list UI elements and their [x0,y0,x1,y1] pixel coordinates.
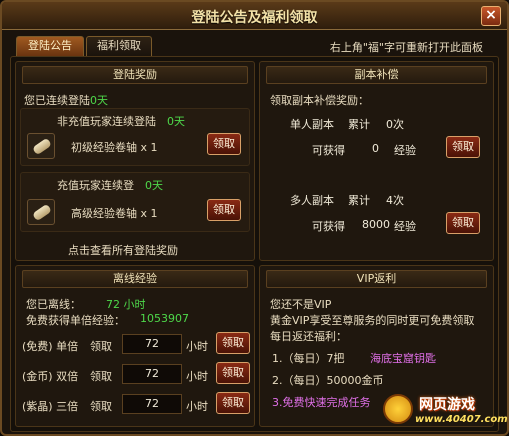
login-rewards-panel: 登陆奖励 您已连续登陆 0天 非充值玩家连续登陆 0天 初级经验卷轴 x 1 领… [15,61,255,261]
single-obtain-value: 0 [372,142,379,155]
vip-status: 您还不是VIP [270,298,332,311]
claim-button-single-dungeon[interactable]: 领取 [446,136,480,158]
offline-row-action: 领取 [90,370,112,383]
claim-button-multi-dungeon[interactable]: 领取 [446,212,480,234]
tab-welfare[interactable]: 福利领取 [86,36,152,56]
vip-benefit-1-highlight: 海底宝窟钥匙 [370,352,436,365]
hours-input-single[interactable]: 72 [122,334,182,354]
mascot-icon [383,394,413,424]
recharge-label: 充值玩家连续登 [57,179,134,192]
consecutive-login-label: 您已连续登陆 [24,94,90,107]
hours-input-double[interactable]: 72 [122,364,182,384]
free-exp-value: 1053907 [140,312,189,325]
multi-obtain-value: 8000 [362,218,390,231]
multi-dungeon-cum-label: 累计 [348,194,370,207]
single-obtain-unit: 经验 [394,144,416,157]
consecutive-login-value: 0天 [90,94,108,107]
dungeon-compensation-header: 副本补偿 [266,66,487,84]
offline-row-type: (金币) 双倍 [22,370,79,383]
dungeon-claim-label: 领取副本补偿奖励： [270,94,369,107]
free-exp-label: 免费获得单倍经验： [26,314,125,327]
hours-input-triple[interactable]: 72 [122,394,182,414]
vip-daily-title: 每日返还福利： [270,330,347,343]
view-all-rewards-link[interactable]: 点击查看所有登陆奖励 [68,242,178,258]
close-button[interactable]: × [481,6,501,26]
reward-item-1: 初级经验卷轴 x 1 [71,141,158,154]
single-dungeon-name: 单人副本 [290,118,334,131]
multi-obtain-label: 可获得 [312,220,345,233]
single-dungeon-count: 0次 [386,118,404,131]
non-recharge-label: 非充值玩家连续登陆 [57,115,156,128]
hours-unit: 小时 [186,370,208,383]
recharge-reward: 充值玩家连续登 0天 高级经验卷轴 x 1 领取 [20,172,250,232]
content-frame: 登陆奖励 您已连续登陆 0天 非充值玩家连续登陆 0天 初级经验卷轴 x 1 领… [10,56,499,432]
vip-benefit-3: 3.免费快速完成任务 [272,396,371,409]
watermark-url: www.40407.com [415,414,508,425]
offline-row-action: 领取 [90,400,112,413]
offline-row-type: (紫晶) 三倍 [22,400,79,413]
tab-login-notice[interactable]: 登陆公告 [16,36,84,56]
hours-unit: 小时 [186,400,208,413]
offline-row-type: (免费) 单倍 [22,340,79,353]
hours-unit: 小时 [186,340,208,353]
claim-button-triple-exp[interactable]: 领取 [216,392,250,414]
non-recharge-reward: 非充值玩家连续登陆 0天 初级经验卷轴 x 1 领取 [20,108,250,166]
watermark-brand: 网页游戏 [419,397,475,413]
vip-benefit-1-prefix: 1.（每日）7把 [272,352,345,365]
claim-button-double-exp[interactable]: 领取 [216,362,250,384]
multi-dungeon-count: 4次 [386,194,404,207]
offline-exp-header: 离线经验 [22,270,248,288]
watermark-logo: 网页游戏 www.40407.com [383,394,508,430]
offline-row-action: 领取 [90,340,112,353]
multi-dungeon-name: 多人副本 [290,194,334,207]
offline-duration-value: 72 小时 [106,298,146,311]
offline-exp-panel: 离线经验 您已离线： 72 小时 免费获得单倍经验： 1053907 (免费) … [15,265,255,427]
non-recharge-value: 0天 [167,115,185,128]
reopen-hint: 右上角"福"字可重新打开此面板 [329,41,483,54]
dungeon-compensation-panel: 副本补偿 领取副本补偿奖励： 单人副本 累计 0次 可获得 0 经验 领取 多人… [259,61,494,261]
claim-button-single-exp[interactable]: 领取 [216,332,250,354]
scroll-icon [27,199,55,225]
claim-button-recharge[interactable]: 领取 [207,199,241,221]
single-dungeon-cum-label: 累计 [348,118,370,131]
reward-item-2: 高级经验卷轴 x 1 [71,207,158,220]
claim-button-non-recharge[interactable]: 领取 [207,133,241,155]
login-rewards-header: 登陆奖励 [22,66,248,84]
vip-benefit-2: 2.（每日）50000金币 [272,374,384,387]
window-title: 登陆公告及福利领取 [191,10,318,26]
single-obtain-label: 可获得 [312,144,345,157]
offline-duration-label: 您已离线： [26,298,81,311]
vip-rebate-header: VIP返利 [266,270,487,288]
vip-description: 黄金VIP享受至尊服务的同时更可免费领取 [270,314,475,327]
recharge-value: 0天 [145,179,163,192]
title-bar: 登陆公告及福利领取 × [2,2,507,30]
scroll-icon [27,133,55,159]
multi-obtain-unit: 经验 [394,220,416,233]
welfare-window: 登陆公告及福利领取 × 登陆公告 福利领取 右上角"福"字可重新打开此面板 登陆… [0,0,509,436]
